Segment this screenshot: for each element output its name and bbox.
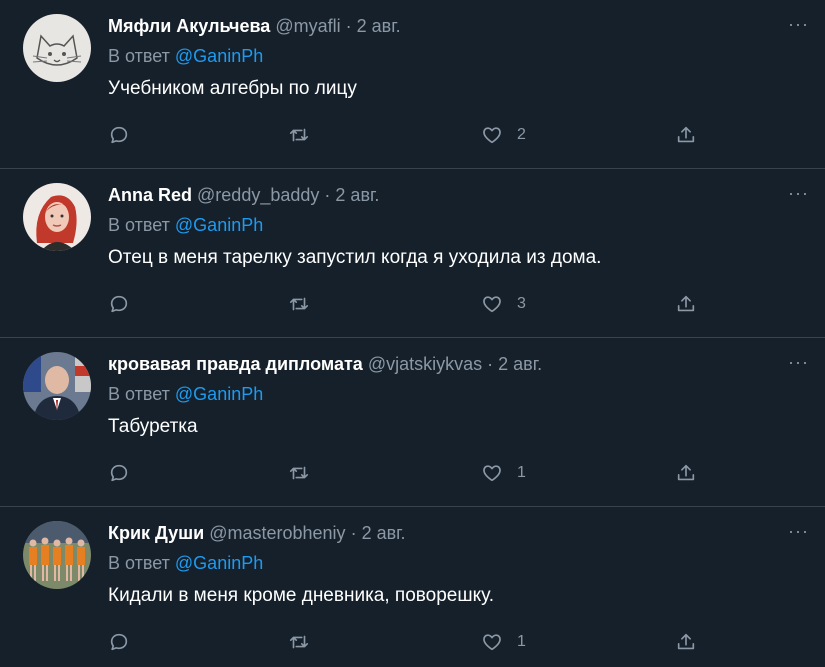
avatar[interactable] xyxy=(23,183,91,251)
like-button[interactable]: 1 xyxy=(481,627,526,657)
reply-prefix: В ответ xyxy=(108,215,170,235)
reply-button[interactable] xyxy=(108,120,130,150)
cat-sketch-avatar-icon xyxy=(23,14,91,82)
separator: · xyxy=(345,16,352,36)
mention-link[interactable]: @GaninPh xyxy=(175,553,263,573)
action-bar: 2 xyxy=(108,120,708,150)
retweet-icon xyxy=(289,128,309,142)
more-options-icon[interactable]: ··· xyxy=(788,521,809,542)
reply-button[interactable] xyxy=(108,458,130,488)
action-bar: 1 xyxy=(108,458,708,488)
reply-button[interactable] xyxy=(108,627,130,657)
like-button[interactable]: 2 xyxy=(481,120,526,150)
tweet-date[interactable]: 2 авг. xyxy=(357,16,401,36)
reply-context: В ответ @GaninPh xyxy=(108,382,263,406)
tweet-date[interactable]: 2 авг. xyxy=(362,523,406,543)
more-options-icon[interactable]: ··· xyxy=(788,183,809,204)
reply-icon xyxy=(110,295,128,313)
like-count: 2 xyxy=(517,126,526,143)
tweet-header: Anna Red @reddy_baddy · 2 авг. xyxy=(108,183,379,207)
tweet[interactable]: Крик Души @masterobheniy · 2 авг. ··· В … xyxy=(0,507,825,667)
retweet-button[interactable] xyxy=(288,458,310,488)
retweet-icon xyxy=(289,466,309,480)
reply-button[interactable] xyxy=(108,289,130,319)
reply-context: В ответ @GaninPh xyxy=(108,213,263,237)
heart-icon xyxy=(483,127,501,144)
group-photo-avatar-icon xyxy=(23,521,91,589)
mention-link[interactable]: @GaninPh xyxy=(175,384,263,404)
action-bar: 3 xyxy=(108,289,708,319)
tweet[interactable]: кровавая правда дипломата @vjatskiykvas … xyxy=(0,338,825,507)
mention-link[interactable]: @GaninPh xyxy=(175,215,263,235)
more-options-icon[interactable]: ··· xyxy=(788,14,809,35)
woman-red-hair-avatar-icon xyxy=(23,183,91,251)
author-name[interactable]: кровавая правда дипломата xyxy=(108,354,363,374)
like-count: 1 xyxy=(517,633,526,650)
reply-icon xyxy=(110,633,128,651)
share-icon xyxy=(677,464,695,481)
share-icon xyxy=(677,295,695,312)
reply-icon xyxy=(110,126,128,144)
retweet-button[interactable] xyxy=(288,289,310,319)
share-button[interactable] xyxy=(675,627,697,657)
reply-prefix: В ответ xyxy=(108,384,170,404)
avatar[interactable] xyxy=(23,521,91,589)
author-handle[interactable]: @vjatskiykvas xyxy=(368,354,482,374)
tweet-text: Учебником алгебры по лицу xyxy=(108,78,357,99)
share-icon xyxy=(677,633,695,650)
reply-icon xyxy=(110,464,128,482)
tweet[interactable]: Мяфли Акульчева @myafli · 2 авг. ··· В о… xyxy=(0,0,825,169)
man-with-flags-avatar-icon xyxy=(23,352,91,420)
tweet-date[interactable]: 2 авг. xyxy=(498,354,542,374)
separator: · xyxy=(487,354,494,374)
reply-prefix: В ответ xyxy=(108,46,170,66)
retweet-icon xyxy=(289,635,309,649)
tweet-header: Мяфли Акульчева @myafli · 2 авг. xyxy=(108,14,401,38)
reply-context: В ответ @GaninPh xyxy=(108,551,263,575)
author-name[interactable]: Крик Души xyxy=(108,523,204,543)
author-handle[interactable]: @reddy_baddy xyxy=(197,185,319,205)
reply-feed: Мяфли Акульчева @myafli · 2 авг. ··· В о… xyxy=(0,0,825,667)
tweet-text: Кидали в меня кроме дневника, поворешку. xyxy=(108,585,495,606)
reply-context: В ответ @GaninPh xyxy=(108,44,263,68)
tweet-date[interactable]: 2 авг. xyxy=(335,185,379,205)
like-count: 3 xyxy=(517,295,526,312)
share-icon xyxy=(677,126,695,143)
author-name[interactable]: Мяфли Акульчева xyxy=(108,16,270,36)
like-button[interactable]: 1 xyxy=(481,458,526,488)
share-button[interactable] xyxy=(675,458,697,488)
mention-link[interactable]: @GaninPh xyxy=(175,46,263,66)
share-button[interactable] xyxy=(675,289,697,319)
retweet-button[interactable] xyxy=(288,120,310,150)
separator: · xyxy=(324,185,331,205)
more-options-icon[interactable]: ··· xyxy=(788,352,809,373)
action-bar: 1 xyxy=(108,627,708,657)
heart-icon xyxy=(483,634,501,651)
avatar[interactable] xyxy=(23,352,91,420)
tweet[interactable]: Anna Red @reddy_baddy · 2 авг. ··· В отв… xyxy=(0,169,825,338)
tweet-header: кровавая правда дипломата @vjatskiykvas … xyxy=(108,352,542,376)
author-handle[interactable]: @myafli xyxy=(275,16,340,36)
like-button[interactable]: 3 xyxy=(481,289,526,319)
retweet-button[interactable] xyxy=(288,627,310,657)
tweet-text: Отец в меня тарелку запустил когда я ухо… xyxy=(108,247,602,268)
reply-prefix: В ответ xyxy=(108,553,170,573)
retweet-icon xyxy=(289,297,309,311)
author-name[interactable]: Anna Red xyxy=(108,185,192,205)
tweet-text: Табуретка xyxy=(108,416,198,437)
heart-icon xyxy=(483,296,501,313)
separator: · xyxy=(350,523,357,543)
heart-icon xyxy=(483,465,501,482)
like-count: 1 xyxy=(517,464,526,481)
share-button[interactable] xyxy=(675,120,697,150)
tweet-header: Крик Души @masterobheniy · 2 авг. xyxy=(108,521,406,545)
avatar[interactable] xyxy=(23,14,91,82)
author-handle[interactable]: @masterobheniy xyxy=(209,523,345,543)
